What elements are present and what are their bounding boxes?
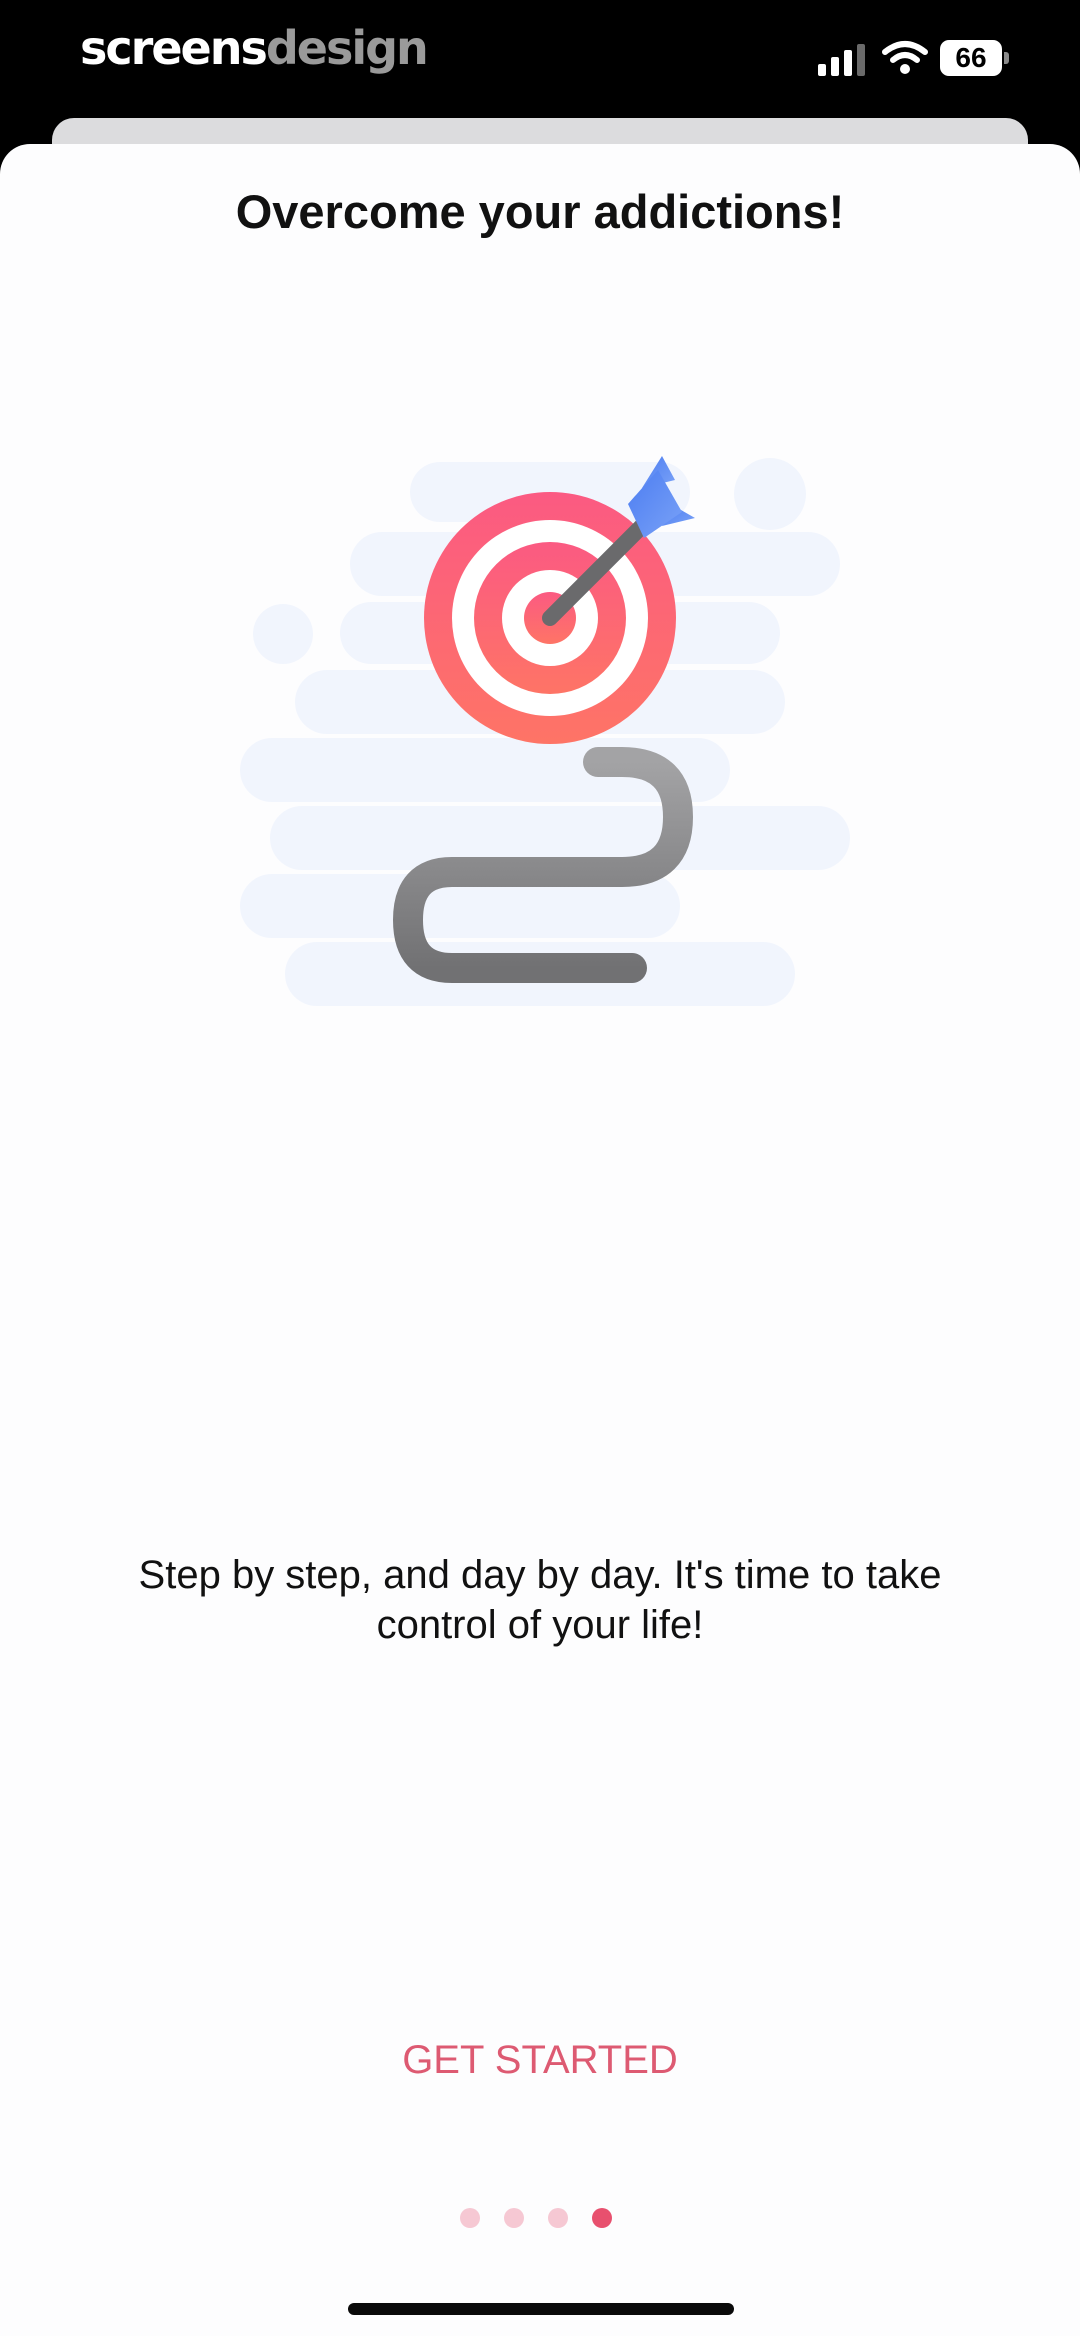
cellular-signal-icon (818, 44, 865, 76)
brand-primary: screens (80, 21, 268, 75)
brand-secondary: design (265, 21, 429, 75)
battery-icon: 66 (940, 40, 1010, 78)
page-title: Overcome your addictions! (235, 185, 845, 238)
battery-tip (1004, 52, 1009, 64)
page-indicator (460, 2206, 620, 2230)
page-dot-active[interactable] (592, 2208, 612, 2228)
app-screen: screensdesign 66 Overcome your addiction… (0, 0, 1080, 2336)
target-illustration-icon (240, 456, 850, 1006)
brand-watermark: screensdesign (80, 18, 429, 78)
wifi-icon (882, 41, 928, 74)
onboarding-description: Step by step, and day by day. It's time … (138, 1553, 942, 1647)
home-indicator[interactable] (348, 2303, 734, 2315)
page-dot[interactable] (548, 2208, 568, 2228)
status-bar: screensdesign 66 (0, 0, 1080, 118)
page-dot[interactable] (504, 2208, 524, 2228)
page-dot[interactable] (460, 2208, 480, 2228)
battery-level: 66 (940, 40, 1002, 76)
get-started-button[interactable]: GET STARTED (340, 2030, 740, 2090)
